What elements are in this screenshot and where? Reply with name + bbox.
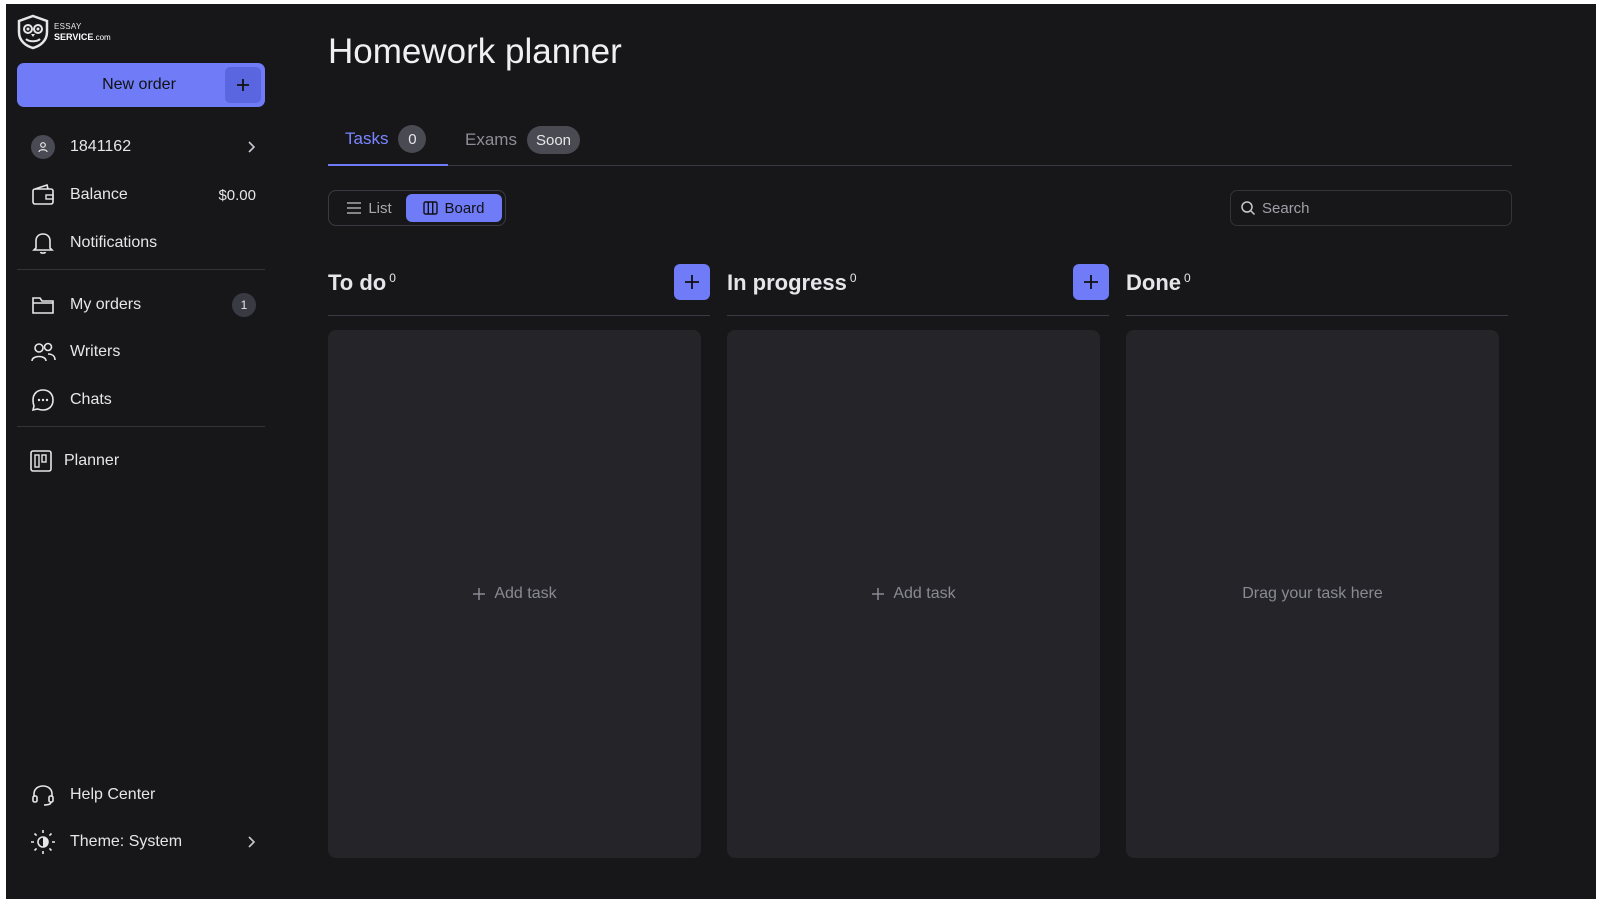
theme-label: Theme: System — [70, 833, 183, 850]
tab-bar: Tasks 0 Exams Soon — [328, 114, 1512, 166]
column-title-done: Done 0 — [1126, 270, 1191, 295]
plus-icon — [473, 588, 486, 600]
in-progress-count: 0 — [849, 270, 857, 285]
balance-value: $0.00 — [218, 186, 256, 204]
sidebar-item-chats[interactable]: Chats — [30, 383, 256, 417]
balance-label: Balance — [70, 186, 128, 203]
list-view-label: List — [368, 199, 392, 217]
sidebar-divider — [17, 426, 265, 427]
sidebar-divider — [17, 269, 265, 270]
theme-sun-icon — [30, 829, 56, 855]
tab-tasks-label: Tasks — [345, 129, 389, 148]
board-columns-icon — [423, 201, 439, 215]
column-header-done: Done 0 — [1126, 264, 1508, 316]
search-input[interactable] — [1262, 199, 1502, 217]
list-icon — [347, 202, 362, 214]
help-center-label: Help Center — [70, 786, 156, 803]
search-icon — [1241, 201, 1256, 216]
bell-icon — [30, 230, 56, 256]
add-in-progress-button[interactable] — [1073, 264, 1109, 300]
todo-count: 0 — [389, 270, 396, 285]
exams-soon-badge: Soon — [526, 126, 581, 154]
owl-shield-icon — [17, 14, 49, 50]
brand-line1: ESSAY — [54, 21, 82, 31]
plus-icon — [685, 275, 699, 289]
orders-count-badge: 1 — [232, 293, 256, 317]
planner-label: Planner — [64, 452, 120, 469]
folder-icon — [30, 292, 56, 318]
sidebar-item-planner[interactable]: Planner — [28, 444, 254, 478]
column-body-todo[interactable]: Add task — [328, 330, 701, 858]
wallet-icon — [30, 182, 56, 208]
column-header-todo: To do 0 — [328, 264, 710, 316]
notifications-label: Notifications — [70, 234, 158, 251]
plus-icon — [225, 67, 261, 103]
brand-logo[interactable]: ESSAY SERVICE.com — [16, 14, 111, 50]
page-title: Homework planner — [328, 32, 622, 71]
chats-label: Chats — [70, 391, 112, 408]
column-body-done[interactable]: Drag your task here — [1126, 330, 1499, 858]
sidebar-item-writers[interactable]: Writers — [30, 335, 256, 369]
avatar — [30, 134, 56, 160]
sidebar-item-my-orders[interactable]: My orders 1 — [30, 288, 256, 322]
new-order-button[interactable]: New order — [17, 63, 265, 107]
add-todo-button[interactable] — [674, 264, 710, 300]
brand-line2: SERVICE.com — [54, 31, 111, 42]
sidebar-item-help-center[interactable]: Help Center — [30, 778, 256, 812]
add-task-label: Add task — [893, 585, 956, 602]
user-id: 1841162 — [70, 138, 132, 155]
tab-exams[interactable]: Exams Soon — [465, 114, 581, 166]
done-count: 0 — [1184, 270, 1191, 285]
column-title-in-progress: In progress 0 — [727, 270, 857, 295]
app-window: ESSAY SERVICE.com New order 1841162 Bala… — [6, 4, 1596, 899]
sidebar: ESSAY SERVICE.com New order 1841162 Bala… — [6, 4, 276, 899]
my-orders-label: My orders — [70, 296, 142, 313]
sidebar-item-notifications[interactable]: Notifications — [30, 226, 256, 260]
view-toggle: List Board — [328, 190, 506, 226]
search-box — [1230, 190, 1512, 226]
plus-icon — [1084, 275, 1098, 289]
column-title-todo: To do 0 — [328, 270, 396, 295]
board-view-label: Board — [444, 199, 485, 217]
column-header-in-progress: In progress 0 — [727, 264, 1109, 316]
tasks-count-badge: 0 — [398, 125, 427, 153]
add-task-button[interactable]: Add task — [871, 585, 956, 603]
sidebar-item-balance[interactable]: Balance $0.00 — [30, 178, 256, 212]
planner-board-icon — [28, 448, 54, 474]
user-icon — [38, 142, 48, 153]
board-view-button[interactable]: Board — [406, 194, 502, 222]
column-body-in-progress[interactable]: Add task — [727, 330, 1100, 858]
chevron-right-icon — [248, 141, 256, 153]
add-task-button[interactable]: Add task — [472, 585, 557, 603]
headset-icon — [30, 782, 56, 808]
chat-bubble-icon — [30, 387, 56, 413]
writers-label: Writers — [70, 343, 121, 360]
tab-tasks[interactable]: Tasks 0 — [328, 114, 448, 166]
list-view-button[interactable]: List — [332, 194, 406, 222]
chevron-right-icon — [248, 836, 256, 848]
users-icon — [30, 339, 56, 365]
tab-exams-label: Exams — [465, 130, 517, 149]
sidebar-item-account[interactable]: 1841162 — [30, 130, 256, 164]
plus-icon — [872, 588, 885, 600]
sidebar-item-theme[interactable]: Theme: System — [30, 825, 256, 859]
add-task-label: Add task — [494, 585, 557, 602]
new-order-label: New order — [102, 76, 176, 93]
drop-zone-hint: Drag your task here — [1242, 585, 1383, 602]
